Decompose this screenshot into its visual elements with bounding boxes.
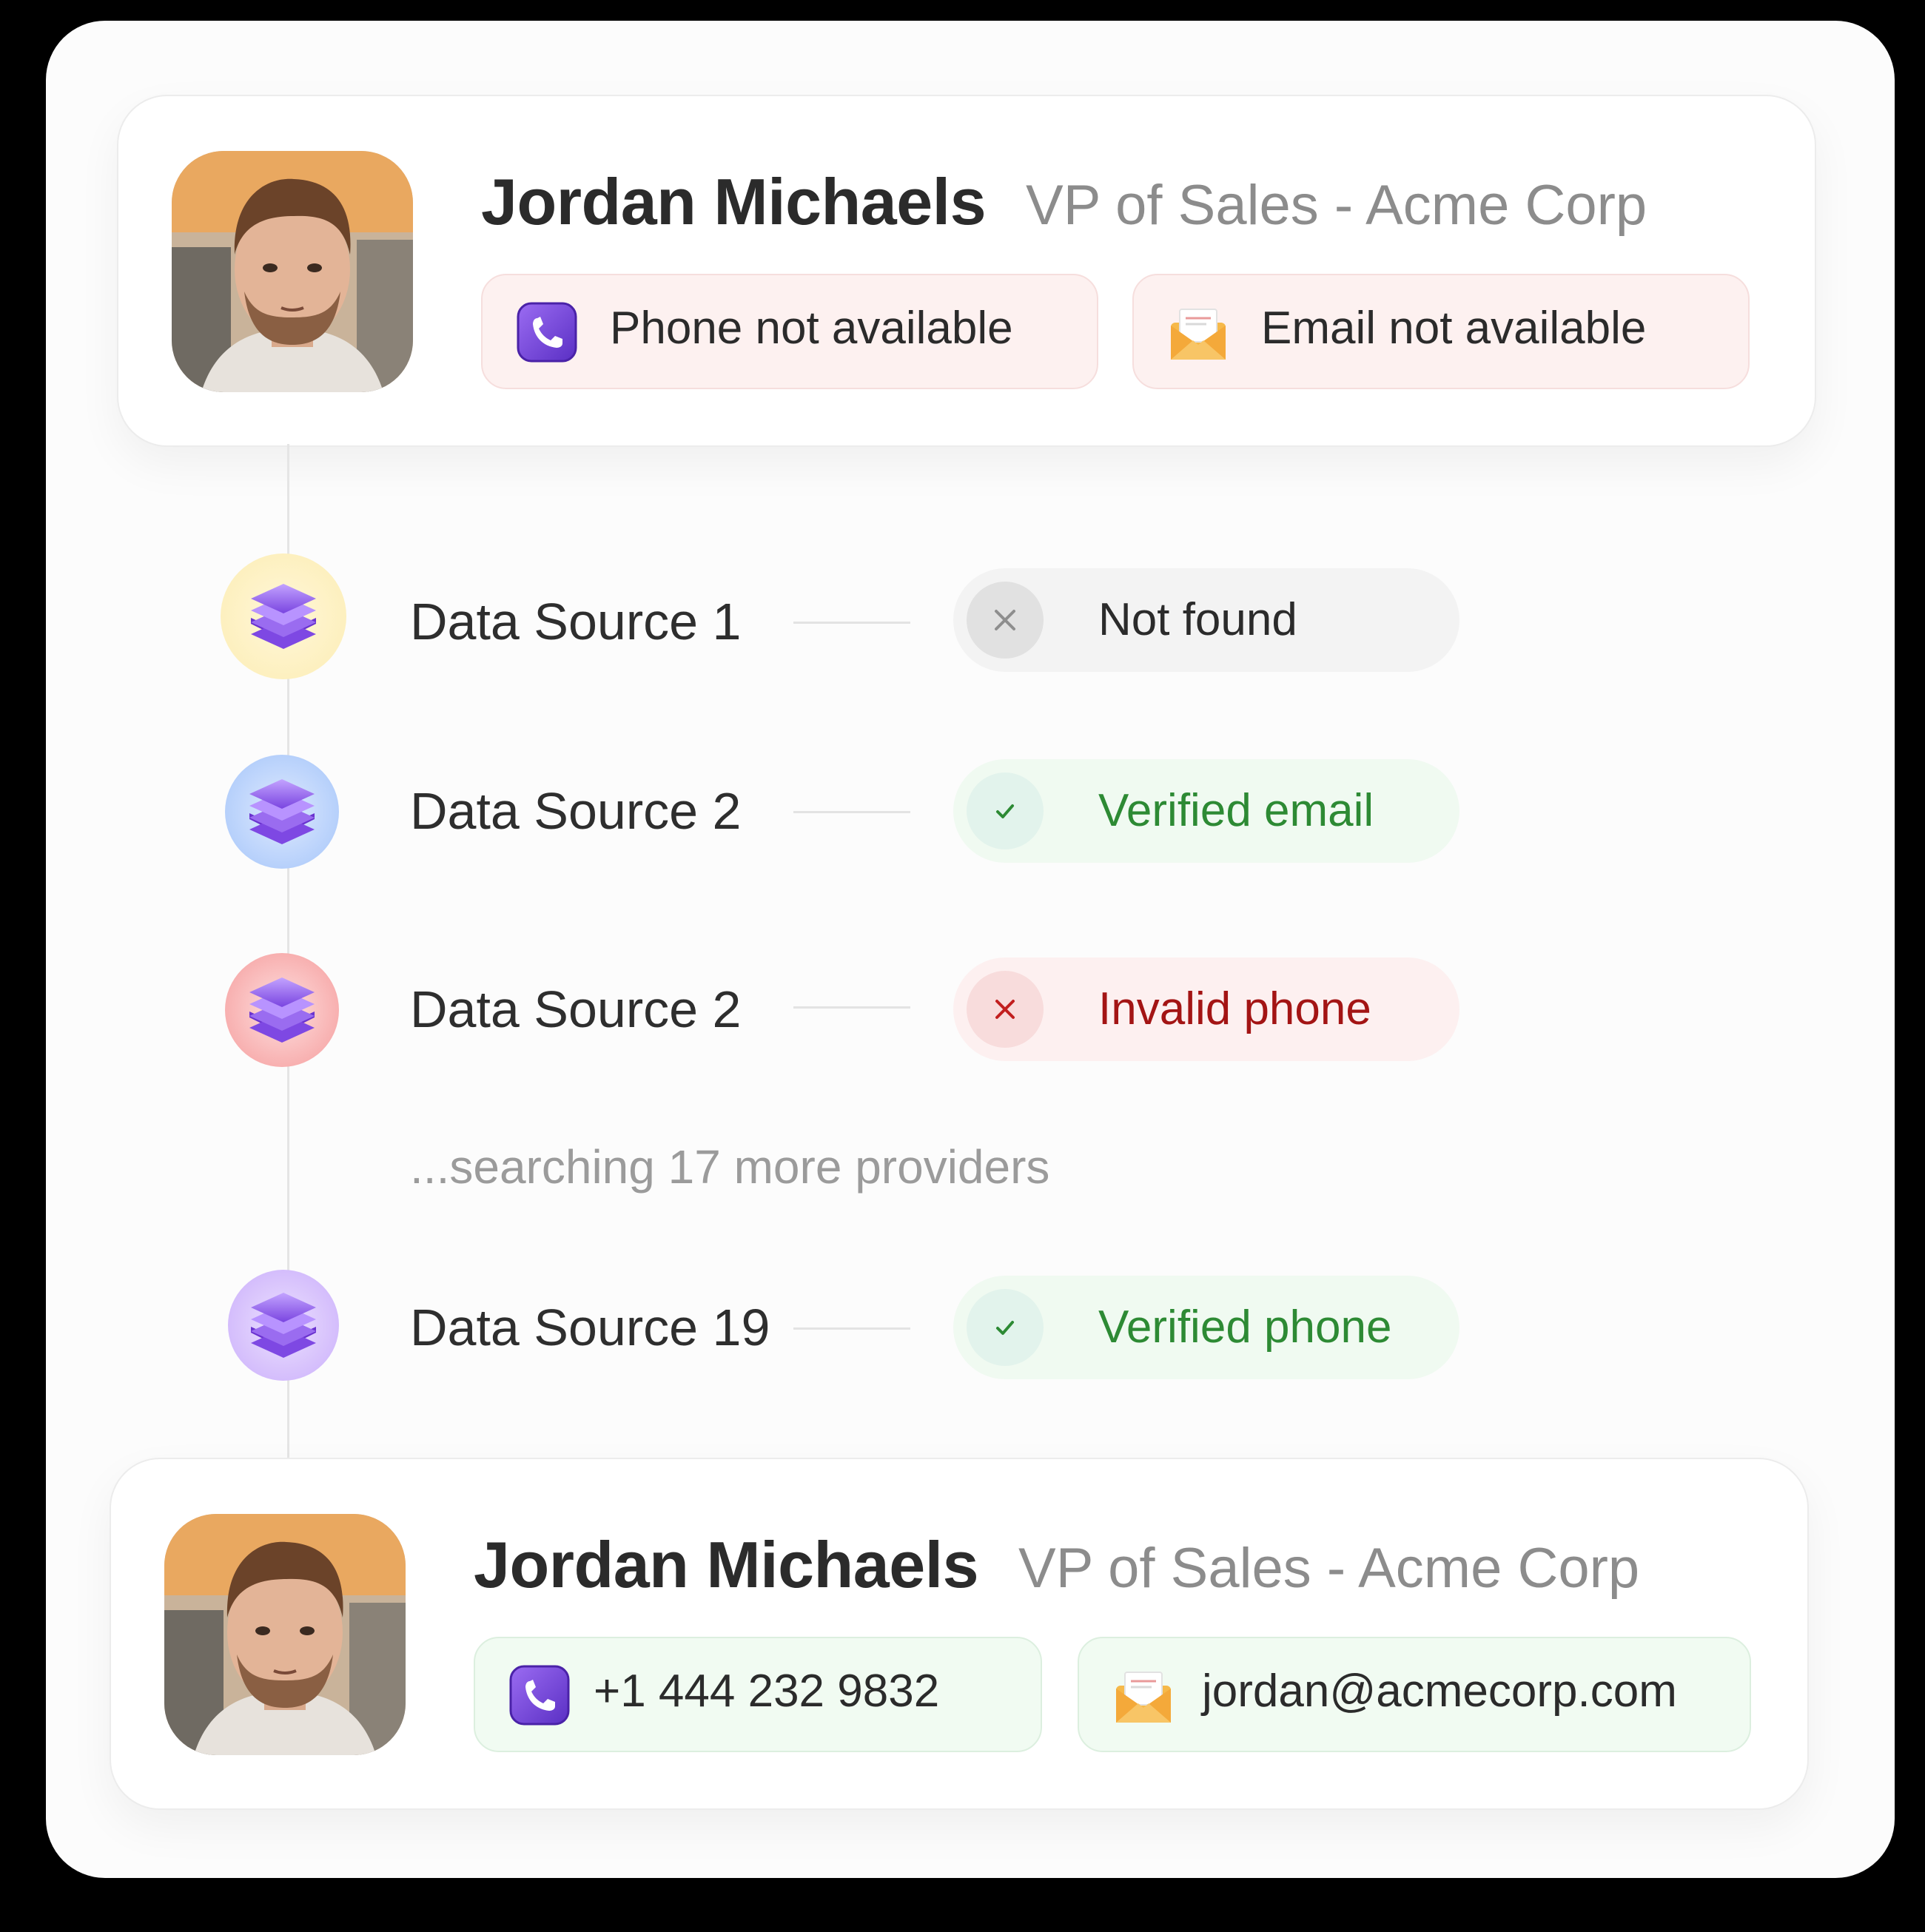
database-icon	[225, 755, 339, 869]
source-label: Data Source 19	[410, 1299, 770, 1356]
contact-name: Jordan Michaels	[481, 165, 987, 238]
envelope-icon	[1115, 1671, 1172, 1724]
source-label: Data Source 1	[410, 593, 742, 650]
database-icon	[228, 1270, 339, 1381]
database-icon	[225, 953, 339, 1067]
avatar	[172, 151, 413, 392]
email-chip[interactable]: Email not available	[1132, 274, 1750, 389]
status-pill: Verified phone	[953, 1276, 1459, 1379]
status-pill: Invalid phone	[953, 957, 1459, 1061]
status-text: Not found	[1098, 594, 1297, 645]
envelope-icon	[1169, 308, 1227, 361]
status-text: Invalid phone	[1098, 983, 1371, 1034]
connector-line	[793, 1327, 910, 1330]
phone-chip[interactable]: Phone not available	[481, 274, 1098, 389]
source-label: Data Source 2	[410, 782, 742, 840]
source-row: Data Source 19 Verified phone	[0, 1259, 1925, 1393]
contact-role: VP of Sales - Acme Corp	[1018, 1537, 1640, 1600]
check-icon	[967, 773, 1044, 849]
x-icon	[967, 971, 1044, 1048]
phone-text: Phone not available	[610, 303, 1013, 354]
check-icon	[967, 1289, 1044, 1366]
status-text: Verified phone	[1098, 1302, 1392, 1353]
avatar	[164, 1514, 406, 1755]
source-row: Data Source 1 Not found	[0, 553, 1925, 687]
contact-card-before[interactable]: Jordan Michaels VP of Sales - Acme Corp …	[117, 95, 1816, 447]
phone-icon	[517, 302, 577, 363]
status-pill: Not found	[953, 568, 1459, 672]
searching-text: ...searching 17 more providers	[410, 1140, 1050, 1194]
source-row: Data Source 2 Invalid phone	[0, 941, 1925, 1074]
status-text: Verified email	[1098, 785, 1374, 836]
source-label: Data Source 2	[410, 980, 742, 1038]
connector-line	[793, 622, 910, 624]
email-chip[interactable]: jordan@acmecorp.com	[1078, 1637, 1751, 1752]
phone-chip[interactable]: +1 444 232 9832	[474, 1637, 1042, 1752]
email-text: Email not available	[1261, 303, 1647, 354]
x-icon	[967, 582, 1044, 659]
phone-text: +1 444 232 9832	[594, 1666, 940, 1717]
connector-line	[793, 1006, 910, 1009]
status-pill: Verified email	[953, 759, 1459, 863]
database-icon	[221, 553, 346, 679]
email-text: jordan@acmecorp.com	[1202, 1666, 1677, 1717]
source-row: Data Source 2 Verified email	[0, 743, 1925, 876]
connector-line	[793, 811, 910, 813]
phone-icon	[509, 1665, 570, 1726]
contact-name: Jordan Michaels	[474, 1528, 979, 1601]
contact-card-after[interactable]: Jordan Michaels VP of Sales - Acme Corp …	[110, 1458, 1809, 1810]
contact-role: VP of Sales - Acme Corp	[1026, 174, 1647, 237]
